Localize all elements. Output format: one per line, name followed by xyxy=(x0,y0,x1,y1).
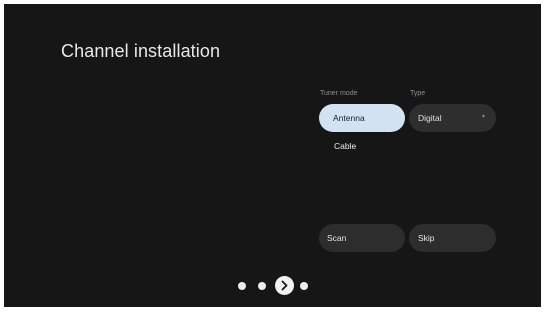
next-step-button[interactable] xyxy=(275,276,294,295)
scan-button[interactable]: Scan xyxy=(319,224,405,252)
type-dropdown[interactable]: Digital ▼ xyxy=(409,104,496,132)
step-dot xyxy=(258,282,266,290)
type-label: Type xyxy=(410,90,426,97)
skip-button-label: Skip xyxy=(418,233,435,243)
chevron-right-icon xyxy=(281,280,288,291)
tv-screen: Channel installation Tuner mode Type Ant… xyxy=(4,4,541,307)
chevron-down-icon: ▼ xyxy=(481,114,486,120)
tuner-mode-label: Tuner mode xyxy=(320,90,358,97)
step-dot xyxy=(238,282,246,290)
tuner-option-antenna[interactable]: Antenna xyxy=(319,104,405,132)
tuner-option-cable[interactable]: Cable xyxy=(334,141,356,151)
step-dot xyxy=(300,282,308,290)
type-dropdown-value: Digital xyxy=(418,113,442,123)
tuner-option-antenna-label: Antenna xyxy=(333,113,365,123)
page-title: Channel installation xyxy=(61,41,221,61)
skip-button[interactable]: Skip xyxy=(409,224,496,252)
scan-button-label: Scan xyxy=(327,233,347,243)
